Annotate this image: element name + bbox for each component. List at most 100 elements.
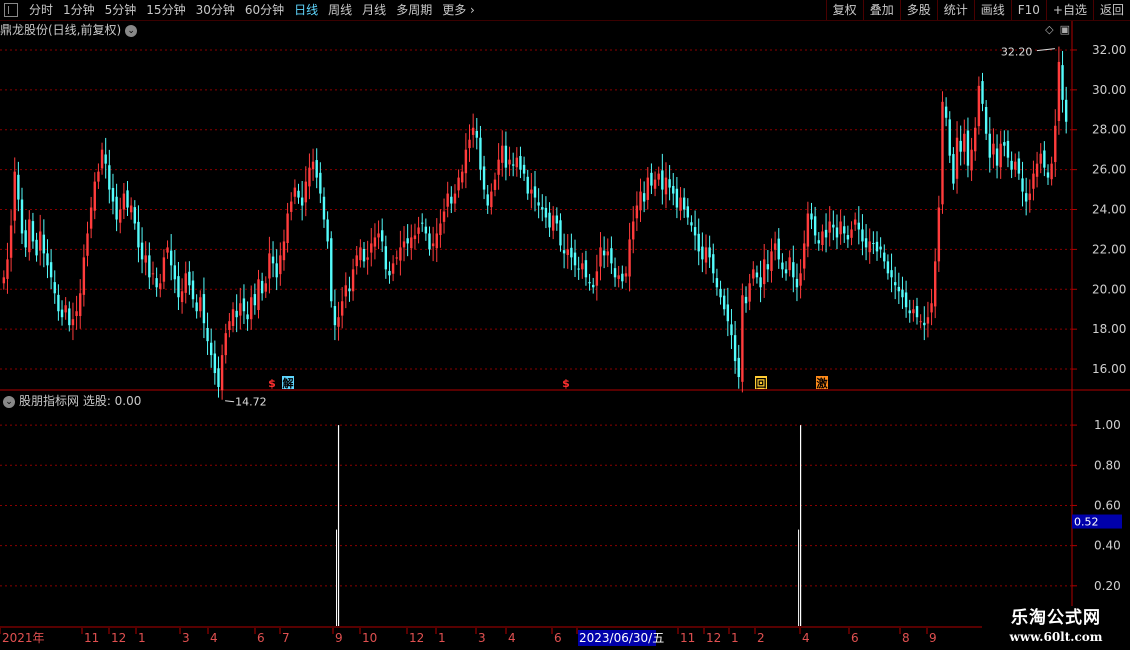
candle-body: [1021, 178, 1024, 192]
candle-body: [464, 149, 468, 174]
candle-body: [835, 227, 839, 238]
candle-body: [959, 140, 962, 152]
candle-body: [177, 276, 180, 298]
candle-body: [650, 172, 653, 186]
candle-body: [828, 221, 831, 233]
candle-body: [1050, 163, 1053, 180]
sub-tick-label: 1.00: [1094, 418, 1121, 432]
candle-body: [442, 211, 446, 222]
candle-body: [319, 172, 322, 194]
candle-body: [220, 355, 224, 391]
candle-body: [821, 231, 824, 246]
candle-body: [803, 243, 806, 269]
candle-body: [988, 133, 991, 158]
price-tick-label: 18.00: [1092, 322, 1126, 336]
kline-chart[interactable]: 32.00 30.00 28.00 26.00 24.00 22.00 20.00 18.00…: [0, 0, 1130, 650]
candle-body: [1032, 173, 1035, 189]
candle-body: [471, 127, 475, 135]
candle-body: [1057, 61, 1061, 121]
time-tick-label: 2: [757, 631, 765, 645]
candle-body: [322, 196, 326, 220]
candle-body: [446, 193, 449, 207]
candle-body: [886, 261, 890, 274]
candle-body: [2, 277, 6, 284]
candle-body: [846, 235, 850, 240]
candle-body: [952, 154, 955, 184]
candle-body: [1010, 160, 1013, 170]
candle-body: [875, 241, 879, 252]
candle-body: [646, 177, 649, 200]
candle-body: [533, 186, 537, 198]
price-tick-label: 26.00: [1092, 163, 1126, 177]
candle-body: [668, 179, 671, 188]
candle-body: [468, 139, 471, 149]
candle-body: [653, 179, 657, 189]
candle-body: [35, 239, 38, 256]
candle-body: [1039, 153, 1042, 164]
candle-body: [395, 257, 398, 259]
candle-body: [999, 143, 1002, 168]
candle-body: [592, 284, 595, 288]
price-tick-label: 32.00: [1092, 43, 1126, 57]
candle-body: [759, 277, 762, 288]
candle-body: [17, 174, 20, 200]
candle-body: [482, 166, 486, 190]
candle-body: [391, 263, 395, 274]
candle-body: [75, 311, 78, 317]
time-tick-label: 1: [438, 631, 446, 645]
candle-body: [632, 221, 635, 240]
candle-body: [864, 238, 868, 248]
candle-body: [180, 291, 184, 303]
candle-body: [217, 368, 220, 388]
current-value-label: 0.52: [1074, 516, 1099, 529]
candle-body: [526, 176, 529, 194]
candle-body: [20, 199, 24, 234]
candle-body: [588, 282, 591, 284]
candle-body: [1006, 140, 1010, 158]
candle-body: [599, 247, 602, 267]
candle-body: [159, 283, 162, 289]
candle-body: [410, 237, 413, 249]
candle-body: [788, 257, 791, 271]
candle-body: [209, 342, 213, 356]
candle-body: [792, 262, 795, 278]
time-tick-label: 3: [182, 631, 190, 645]
candle-body: [926, 317, 930, 324]
time-tick-label: 2023/06/30/五: [579, 631, 664, 645]
candle-body: [479, 137, 482, 170]
candle-body: [693, 227, 697, 236]
candle-body: [28, 219, 31, 253]
candle-body: [333, 306, 337, 326]
time-tick-label: 4: [508, 631, 516, 645]
watermark-url: www.60lt.com: [1009, 630, 1103, 644]
candle-body: [701, 246, 704, 260]
candle-body: [450, 196, 453, 204]
candle-body: [861, 229, 864, 242]
candle-body: [657, 173, 660, 180]
price-tick-label: 22.00: [1092, 242, 1126, 256]
candle-body: [934, 261, 937, 307]
candle-body: [344, 285, 348, 297]
candle-body: [672, 185, 675, 194]
time-tick-label: 12: [706, 631, 721, 645]
time-tick-label: 7: [282, 631, 290, 645]
candle-body: [104, 154, 107, 164]
candle-body: [246, 314, 249, 320]
low-label: 14.72: [235, 396, 266, 409]
candle-body: [501, 145, 504, 163]
candle-body: [475, 130, 478, 138]
candle-body: [424, 226, 428, 234]
chevron-down-icon[interactable]: ⌄: [3, 395, 15, 408]
candle-body: [715, 278, 719, 288]
candle-body: [763, 259, 766, 285]
candle-body: [661, 170, 664, 190]
candle-body: [140, 242, 144, 260]
candle-body: [966, 130, 970, 166]
candle-body: [326, 219, 329, 242]
candle-body: [1014, 161, 1017, 170]
candle-body: [519, 156, 522, 170]
candle-body: [602, 250, 606, 256]
time-tick-label: 3: [478, 631, 486, 645]
candle-body: [810, 213, 813, 220]
candle-body: [377, 233, 380, 238]
